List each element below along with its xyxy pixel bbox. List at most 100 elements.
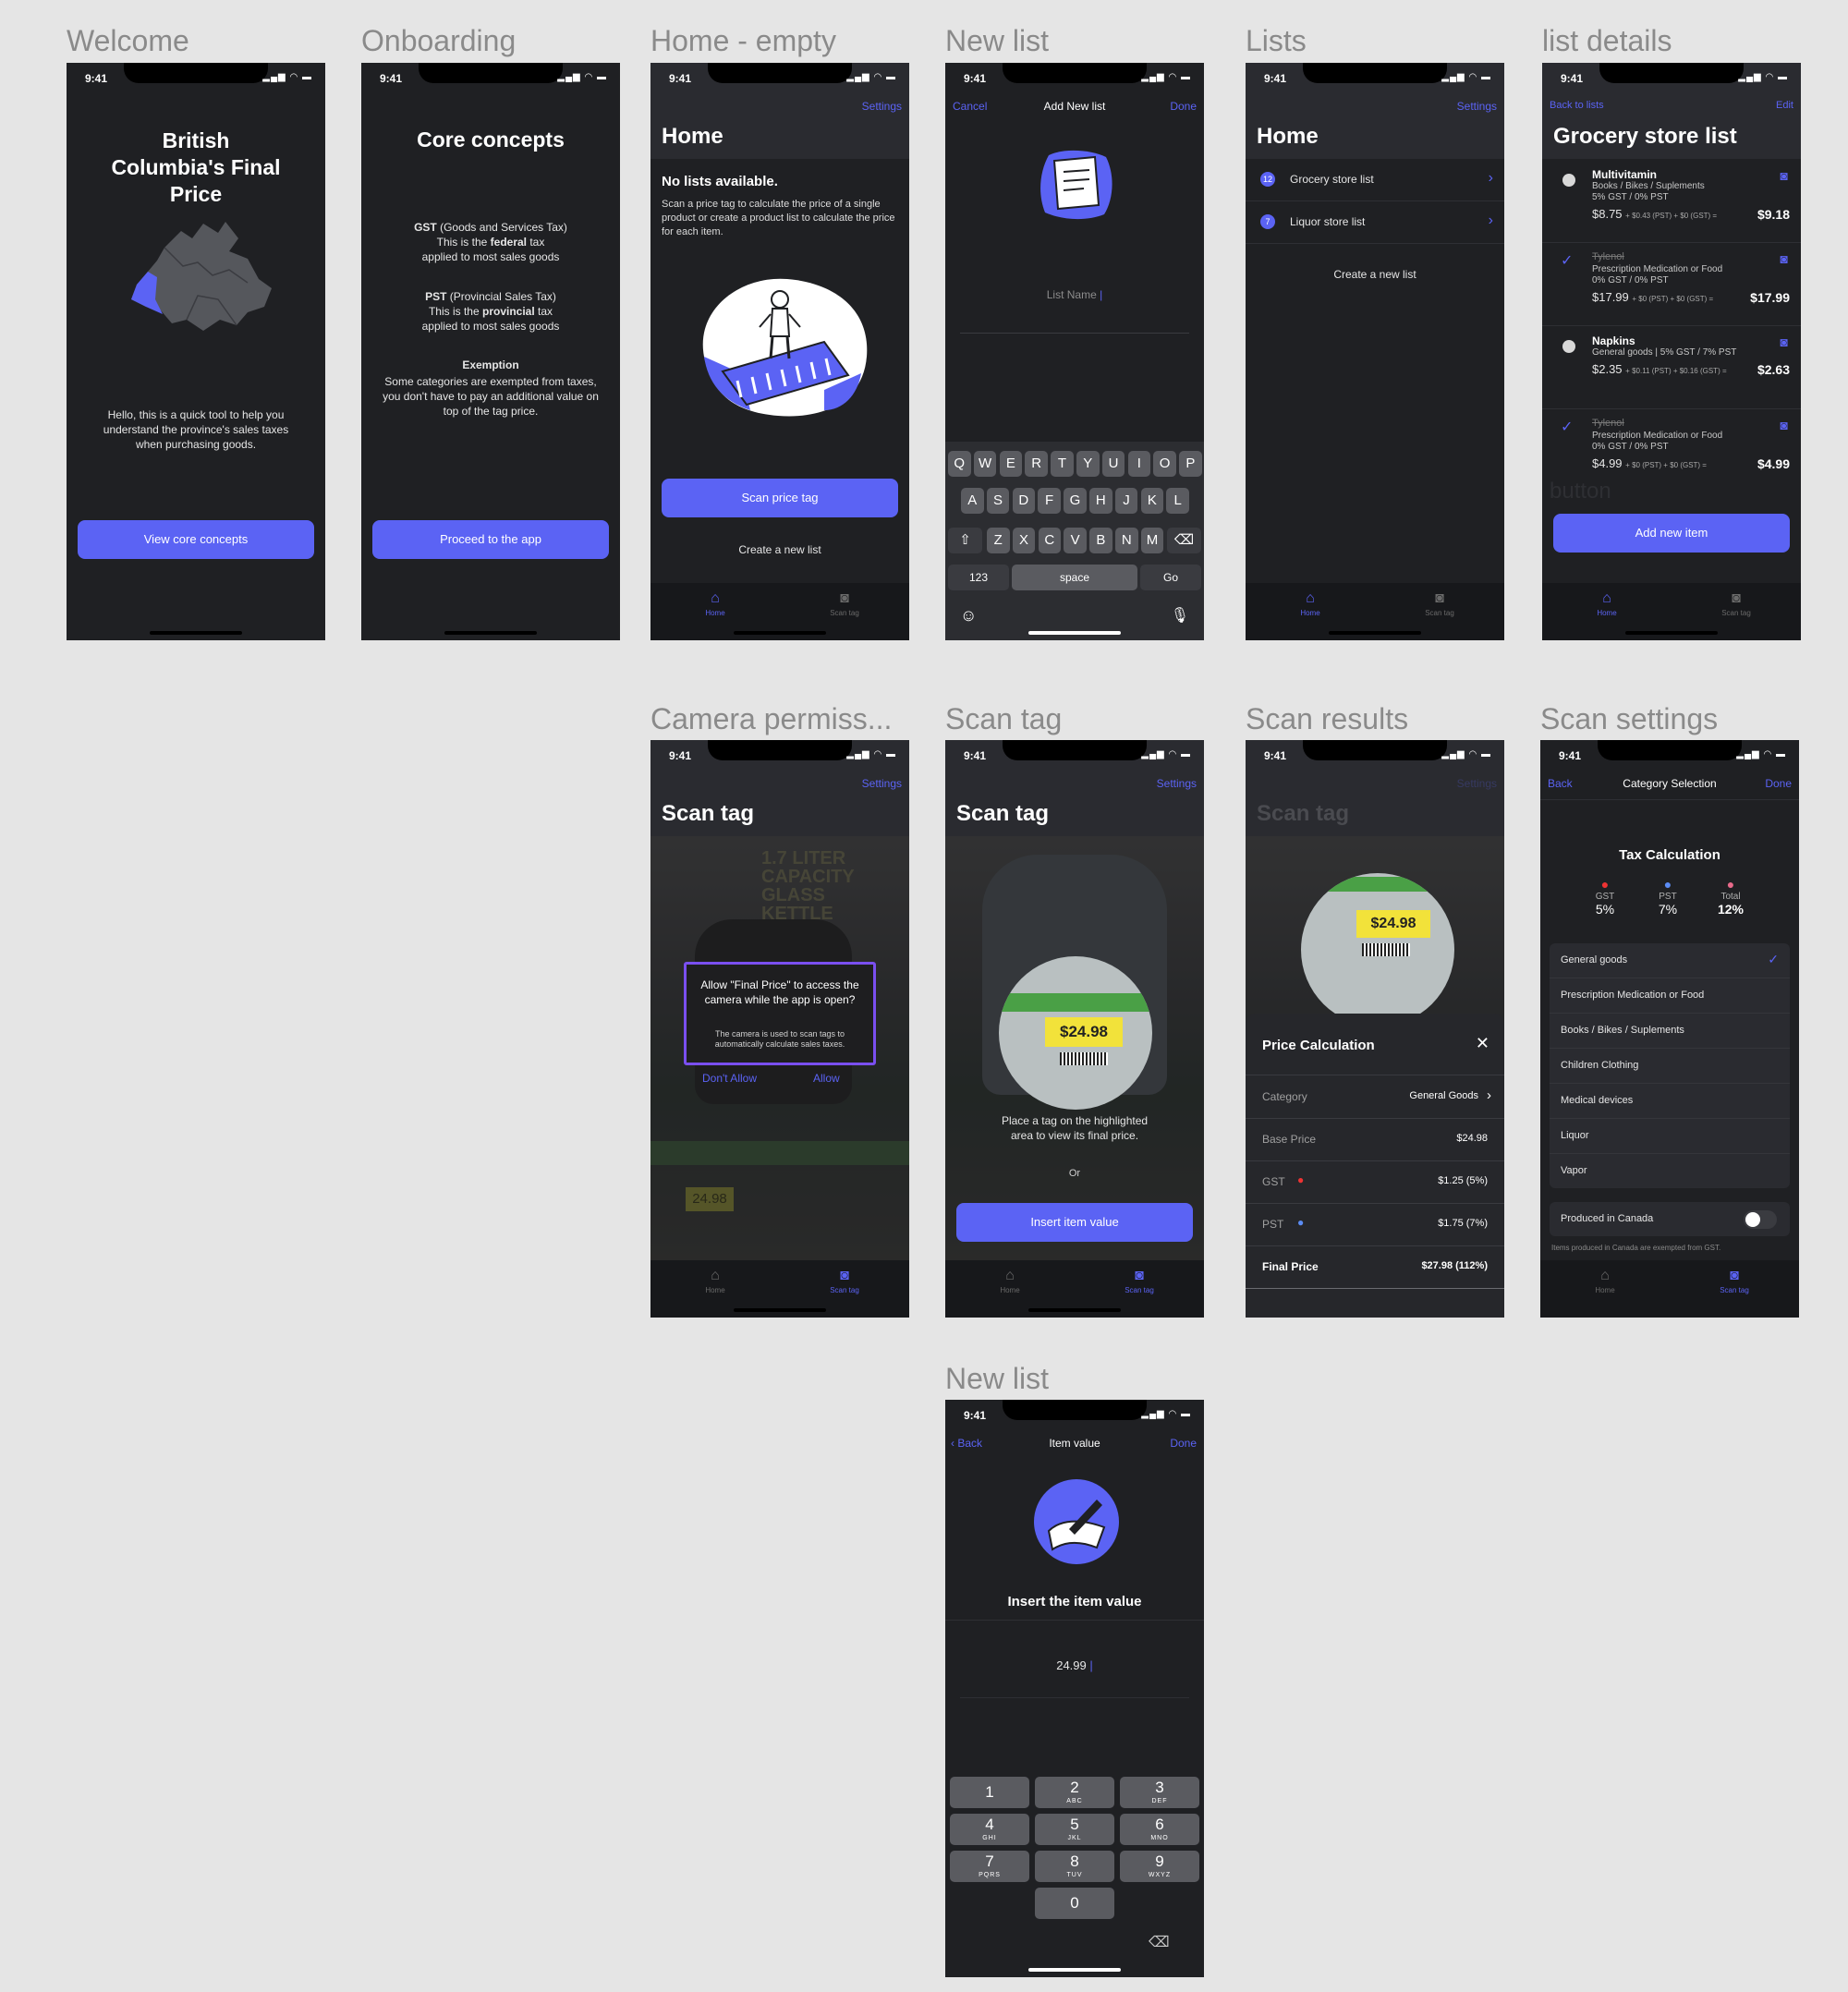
key-y[interactable]: Y xyxy=(1076,451,1100,477)
key-i[interactable]: I xyxy=(1127,451,1151,477)
camera-icon[interactable]: ◙ xyxy=(1781,418,1788,432)
dont-allow-button[interactable]: Don't Allow xyxy=(702,1072,757,1085)
tab-home[interactable]: ⌂ Home xyxy=(1568,1268,1642,1294)
view-core-concepts-button[interactable]: View core concepts xyxy=(78,520,314,559)
tab-home[interactable]: ⌂ Home xyxy=(1273,590,1347,617)
insert-item-value-button[interactable]: Insert item value xyxy=(956,1203,1193,1242)
list-item[interactable]: 12 Grocery store list › xyxy=(1246,159,1504,201)
numbers-key[interactable]: 123 xyxy=(948,565,1009,590)
scan-price-tag-button[interactable]: Scan price tag xyxy=(662,479,898,517)
settings-button[interactable]: Settings xyxy=(862,777,902,790)
key-z[interactable]: Z xyxy=(987,528,1010,553)
numpad-key-2[interactable]: 2 ABC xyxy=(1035,1777,1114,1808)
list-item[interactable]: Multivitamin Books / Bikes / Suplements 5… xyxy=(1542,159,1801,243)
proceed-to-app-button[interactable]: Proceed to the app xyxy=(372,520,609,559)
numpad-key-1[interactable]: 1 xyxy=(950,1777,1029,1808)
camera-icon[interactable]: ◙ xyxy=(1781,251,1788,266)
key-b[interactable]: B xyxy=(1089,528,1112,553)
settings-button[interactable]: Settings xyxy=(1457,100,1497,113)
numpad-key-5[interactable]: 5 JKL xyxy=(1035,1814,1114,1845)
shift-key[interactable]: ⇧ xyxy=(948,528,982,553)
done-button[interactable]: Done xyxy=(1765,777,1792,790)
settings-button[interactable]: Settings xyxy=(1457,777,1497,790)
allow-button[interactable]: Allow xyxy=(813,1072,840,1085)
key-r[interactable]: R xyxy=(1025,451,1048,477)
settings-button[interactable]: Settings xyxy=(1157,777,1197,790)
tab-scan-tag[interactable]: ◙ Scan tag xyxy=(1102,1268,1176,1294)
tab-scan-tag[interactable]: ◙ Scan tag xyxy=(1403,590,1477,617)
emoji-key[interactable]: ☺ xyxy=(960,606,977,626)
tab-home[interactable]: ⌂ Home xyxy=(1570,590,1644,617)
tab-scan-tag[interactable]: ◙ Scan tag xyxy=(808,1268,881,1294)
edit-button[interactable]: Edit xyxy=(1776,100,1793,111)
checkmark-icon[interactable]: ✓ xyxy=(1561,418,1573,436)
key-g[interactable]: G xyxy=(1064,488,1087,514)
space-key[interactable]: space xyxy=(1012,565,1137,590)
tab-home[interactable]: ⌂ Home xyxy=(678,1268,752,1294)
list-item[interactable]: 7 Liquor store list › xyxy=(1246,201,1504,244)
key-s[interactable]: S xyxy=(986,488,1010,514)
key-m[interactable]: M xyxy=(1140,528,1164,553)
create-new-list-link[interactable]: Create a new list xyxy=(650,543,909,556)
key-u[interactable]: U xyxy=(1101,451,1125,477)
key-n[interactable]: N xyxy=(1115,528,1138,553)
produced-in-canada-toggle[interactable] xyxy=(1744,1210,1777,1229)
key-t[interactable]: T xyxy=(1051,451,1074,477)
key-e[interactable]: E xyxy=(999,451,1023,477)
create-new-list-link[interactable]: Create a new list xyxy=(1246,268,1504,281)
tab-scan-tag[interactable]: ◙ Scan tag xyxy=(808,590,881,617)
numpad-key-4[interactable]: 4 GHI xyxy=(950,1814,1029,1845)
numpad-key-0[interactable]: 0 xyxy=(1035,1888,1114,1919)
go-key[interactable]: Go xyxy=(1140,565,1201,590)
back-to-lists-button[interactable]: Back to lists xyxy=(1550,100,1604,111)
list-item[interactable]: ✓ Tylenol Prescription Medication or Foo… xyxy=(1542,242,1801,326)
tab-scan-tag[interactable]: ◙ Scan tag xyxy=(1697,1268,1771,1294)
close-icon[interactable]: ✕ xyxy=(1476,1034,1489,1053)
camera-icon[interactable]: ◙ xyxy=(1781,334,1788,349)
key-j[interactable]: J xyxy=(1114,488,1138,514)
settings-button[interactable]: Settings xyxy=(862,100,902,113)
tab-home[interactable]: ⌂ Home xyxy=(678,590,752,617)
key-h[interactable]: H xyxy=(1089,488,1112,514)
key-l[interactable]: L xyxy=(1166,488,1189,514)
list-item[interactable]: Napkins General goods | 5% GST / 7% PST … xyxy=(1542,325,1801,409)
key-c[interactable]: C xyxy=(1038,528,1062,553)
category-option[interactable]: Medical devices xyxy=(1550,1084,1790,1119)
category-option[interactable]: General goods ✓ xyxy=(1550,943,1790,978)
key-w[interactable]: W xyxy=(973,451,997,477)
key-v[interactable]: V xyxy=(1064,528,1087,553)
category-option[interactable]: Vapor xyxy=(1550,1154,1790,1188)
unchecked-radio-icon[interactable] xyxy=(1562,174,1575,187)
category-option[interactable]: Prescription Medication or Food xyxy=(1550,978,1790,1014)
key-d[interactable]: D xyxy=(1012,488,1036,514)
category-option[interactable]: Liquor xyxy=(1550,1119,1790,1154)
microphone-icon[interactable]: 🎙 xyxy=(1171,606,1189,625)
done-button[interactable]: Done xyxy=(1170,1437,1197,1450)
backspace-key[interactable]: ⌫ xyxy=(1167,528,1201,553)
item-value-input[interactable]: 24.99 | xyxy=(945,1658,1204,1672)
numpad-key-9[interactable]: 9 WXYZ xyxy=(1120,1851,1199,1882)
category-option[interactable]: Books / Bikes / Suplements xyxy=(1550,1014,1790,1049)
numpad-key-8[interactable]: 8 TUV xyxy=(1035,1851,1114,1882)
tab-scan-tag[interactable]: ◙ Scan tag xyxy=(1699,590,1773,617)
key-p[interactable]: P xyxy=(1179,451,1202,477)
list-name-input[interactable]: List Name | xyxy=(945,288,1204,301)
numpad-key-6[interactable]: 6 MNO xyxy=(1120,1814,1199,1845)
checkmark-icon[interactable]: ✓ xyxy=(1561,251,1573,270)
key-o[interactable]: O xyxy=(1153,451,1176,477)
unchecked-radio-icon[interactable] xyxy=(1562,340,1575,353)
key-x[interactable]: X xyxy=(1012,528,1036,553)
add-new-item-button[interactable]: Add new item xyxy=(1553,514,1790,553)
category-option[interactable]: Children Clothing xyxy=(1550,1049,1790,1084)
backspace-key[interactable]: ⌫ xyxy=(1149,1933,1170,1951)
list-item[interactable]: ✓ Tylenol Prescription Medication or Foo… xyxy=(1542,408,1801,486)
numpad-key-3[interactable]: 3 DEF xyxy=(1120,1777,1199,1808)
numpad-key-7[interactable]: 7 PQRS xyxy=(950,1851,1029,1882)
camera-icon[interactable]: ◙ xyxy=(1781,168,1788,183)
key-a[interactable]: A xyxy=(961,488,984,514)
key-k[interactable]: K xyxy=(1140,488,1164,514)
tab-home[interactable]: ⌂ Home xyxy=(973,1268,1047,1294)
key-f[interactable]: F xyxy=(1038,488,1061,514)
done-button[interactable]: Done xyxy=(1170,100,1197,113)
category-row[interactable]: Category General Goods › xyxy=(1246,1075,1504,1119)
